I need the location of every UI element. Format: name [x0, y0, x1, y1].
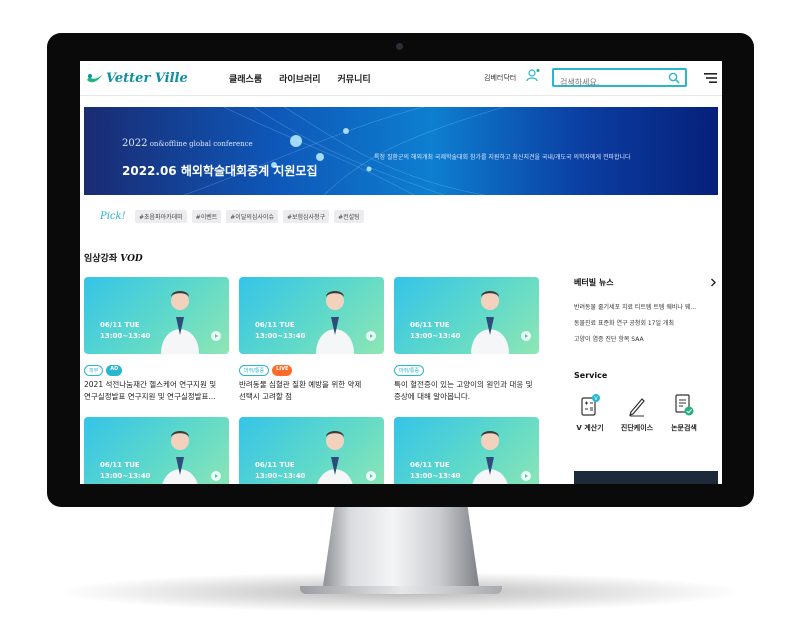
- tag-chip[interactable]: #컨설팅: [334, 210, 364, 223]
- calculator-icon: V: [581, 394, 600, 416]
- doctor-portrait-icon: [317, 431, 353, 484]
- vod-card[interactable]: 06/11 TUE 13:00~13:40 피부 AD 2021 석전나눔재간 …: [84, 277, 229, 403]
- vod-time: 13:00~13:40: [100, 472, 151, 480]
- banner-network-graphic: [183, 107, 505, 195]
- play-icon[interactable]: [521, 331, 531, 341]
- vod-thumbnail[interactable]: 06/11 TUE 13:00~13:40: [239, 277, 384, 354]
- vod-section-title: 임상강좌 VOD: [84, 254, 143, 264]
- news-item[interactable]: 동물진료 표준화 연구 공청회 17일 개최: [574, 318, 714, 327]
- doctor-portrait-icon: [316, 291, 354, 354]
- vod-thumbnail[interactable]: 06/11 TUE 13:00~13:40: [84, 277, 229, 354]
- doctor-portrait-icon: [162, 431, 198, 484]
- service-label: 진단케이스: [620, 424, 654, 432]
- logo-text: Vetter Ville: [106, 70, 188, 86]
- vod-time: 13:00~13:40: [410, 332, 461, 340]
- right-banner-thumbnail[interactable]: [574, 471, 718, 484]
- tag-chip[interactable]: #이달의심사이슈: [226, 210, 278, 223]
- vod-card[interactable]: 06/11 TUE 13:00~13:40: [239, 417, 384, 484]
- vod-badges: 피부 AD: [84, 365, 229, 376]
- doctor-portrait-icon: [161, 291, 199, 354]
- news-section-title: 베터빌 뉴스: [574, 278, 614, 287]
- news-list: 반려동물 줄기세포 치료 티트템 트템 웨비나 웨... 동물진료 표준화 연구…: [574, 302, 714, 350]
- service-label: V 계산기: [576, 424, 604, 432]
- vod-time: 13:00~13:40: [255, 332, 306, 340]
- vod-time: 13:00~13:40: [100, 332, 151, 340]
- vod-thumbnail[interactable]: 06/11 TUE 13:00~13:40: [394, 277, 539, 354]
- news-item[interactable]: 고양이 염증 진단 항목 SAA: [574, 334, 714, 343]
- search-input[interactable]: [560, 78, 660, 87]
- vod-card[interactable]: 06/11 TUE 13:00~13:40 마취/통증 LIVE 반려동물 심혈…: [239, 277, 384, 403]
- search-box: [552, 68, 687, 87]
- service-paper-search[interactable]: 논문검색: [664, 393, 704, 433]
- user-icon[interactable]: [526, 68, 540, 82]
- service-section-title: Service: [574, 371, 608, 380]
- news-item[interactable]: 반려동물 줄기세포 치료 티트템 트템 웨비나 웨...: [574, 302, 714, 311]
- vod-thumbnail[interactable]: 06/11 TUE 13:00~13:40: [394, 417, 539, 484]
- nav-item-library[interactable]: 라이브러리: [279, 72, 320, 85]
- vod-date: 06/11 TUE: [255, 461, 295, 469]
- vod-time: 13:00~13:40: [255, 472, 306, 480]
- vod-badges: 마취/통증: [394, 365, 539, 376]
- tag-chip[interactable]: #초음파아카데미: [135, 210, 187, 223]
- main-nav: 클래스룸 라이브러리 커뮤니티: [229, 72, 371, 85]
- vod-date: 06/11 TUE: [410, 321, 450, 329]
- play-icon[interactable]: [366, 331, 376, 341]
- banner-description: 특정 질환군의 해외개최 국제학술대회 참가를 지원하고 최신지견을 국내/개도…: [374, 154, 631, 161]
- doctor-portrait-icon: [472, 431, 508, 484]
- user-name[interactable]: 김베터닥터: [484, 73, 516, 83]
- nav-item-classroom[interactable]: 클래스룸: [229, 72, 262, 85]
- pen-icon: [629, 398, 645, 417]
- vod-date: 06/11 TUE: [410, 461, 450, 469]
- monitor-stand-base: [300, 586, 502, 594]
- vod-thumbnail[interactable]: 06/11 TUE 13:00~13:40: [239, 417, 384, 484]
- screen: Vetter Ville 클래스룸 라이브러리 커뮤니티 김베터닥터 검색하세요…: [80, 61, 722, 484]
- vod-card[interactable]: 06/11 TUE 13:00~13:40: [394, 417, 539, 484]
- category-badge: 마취/통증: [239, 365, 270, 376]
- tag-chip[interactable]: #보험심사청구: [282, 210, 330, 223]
- vod-date: 06/11 TUE: [100, 321, 140, 329]
- vod-badges: 마취/통증 LIVE: [239, 365, 384, 376]
- doctor-portrait-icon: [471, 291, 509, 354]
- nav-item-community[interactable]: 커뮤니티: [338, 72, 371, 85]
- pick-label: Pick!: [100, 211, 126, 222]
- site-header: Vetter Ville 클래스룸 라이브러리 커뮤니티 김베터닥터: [80, 61, 722, 96]
- vod-title[interactable]: 특이 혈전증이 있는 고양이의 원인과 대응 및 증상에 대해 알아봅니다.: [394, 379, 539, 403]
- play-icon[interactable]: [521, 471, 531, 481]
- vod-date: 06/11 TUE: [255, 321, 295, 329]
- promo-banner[interactable]: 2022 on&offline global conference 2022.0…: [84, 107, 718, 195]
- banner-title: 2022.06 해외학술대회중계 지원모집: [122, 164, 318, 178]
- webcam-icon: [396, 43, 403, 50]
- play-icon[interactable]: [211, 331, 221, 341]
- play-icon[interactable]: [211, 471, 221, 481]
- vod-date: 06/11 TUE: [100, 461, 140, 469]
- play-icon[interactable]: [366, 471, 376, 481]
- service-label: 논문검색: [671, 424, 697, 432]
- vod-time: 13:00~13:40: [410, 472, 461, 480]
- document-check-icon: [675, 394, 694, 416]
- banner-subtitle: 2022 on&offline global conference: [122, 138, 253, 149]
- logo-swoosh-icon: [87, 74, 103, 83]
- vod-card[interactable]: 06/11 TUE 13:00~13:40: [84, 417, 229, 484]
- search-icon[interactable]: [668, 72, 680, 84]
- category-badge: 피부: [84, 365, 104, 376]
- tag-chip[interactable]: #이벤트: [191, 210, 222, 223]
- category-badge: 마취/통증: [394, 365, 425, 376]
- service-calculator[interactable]: V V 계산기: [570, 393, 610, 433]
- pick-tags: #초음파아카데미 #이벤트 #이달의심사이슈 #보험심사청구 #컨설팅: [135, 210, 364, 223]
- vod-card[interactable]: 06/11 TUE 13:00~13:40 마취/통증 특이 혈전증이 있는 고…: [394, 277, 539, 403]
- logo[interactable]: Vetter Ville: [86, 69, 188, 87]
- monitor-stand: [322, 505, 480, 593]
- vod-title[interactable]: 반려동물 심혈관 질환 예방을 위한 약제 선택시 고려할 점: [239, 379, 384, 403]
- vod-title[interactable]: 2021 석전나눔재간 헬스케어 연구지원 및 연구실정발표 연구지원 및 연구실…: [84, 379, 229, 403]
- hamburger-menu-icon[interactable]: [704, 73, 717, 83]
- service-diagnosis-case[interactable]: 진단케이스: [617, 393, 657, 433]
- live-badge: LIVE: [272, 365, 293, 376]
- ad-badge: AD: [106, 365, 123, 376]
- vod-thumbnail[interactable]: 06/11 TUE 13:00~13:40: [84, 417, 229, 484]
- svg-text:V: V: [594, 396, 598, 402]
- chevron-right-icon[interactable]: [710, 278, 717, 287]
